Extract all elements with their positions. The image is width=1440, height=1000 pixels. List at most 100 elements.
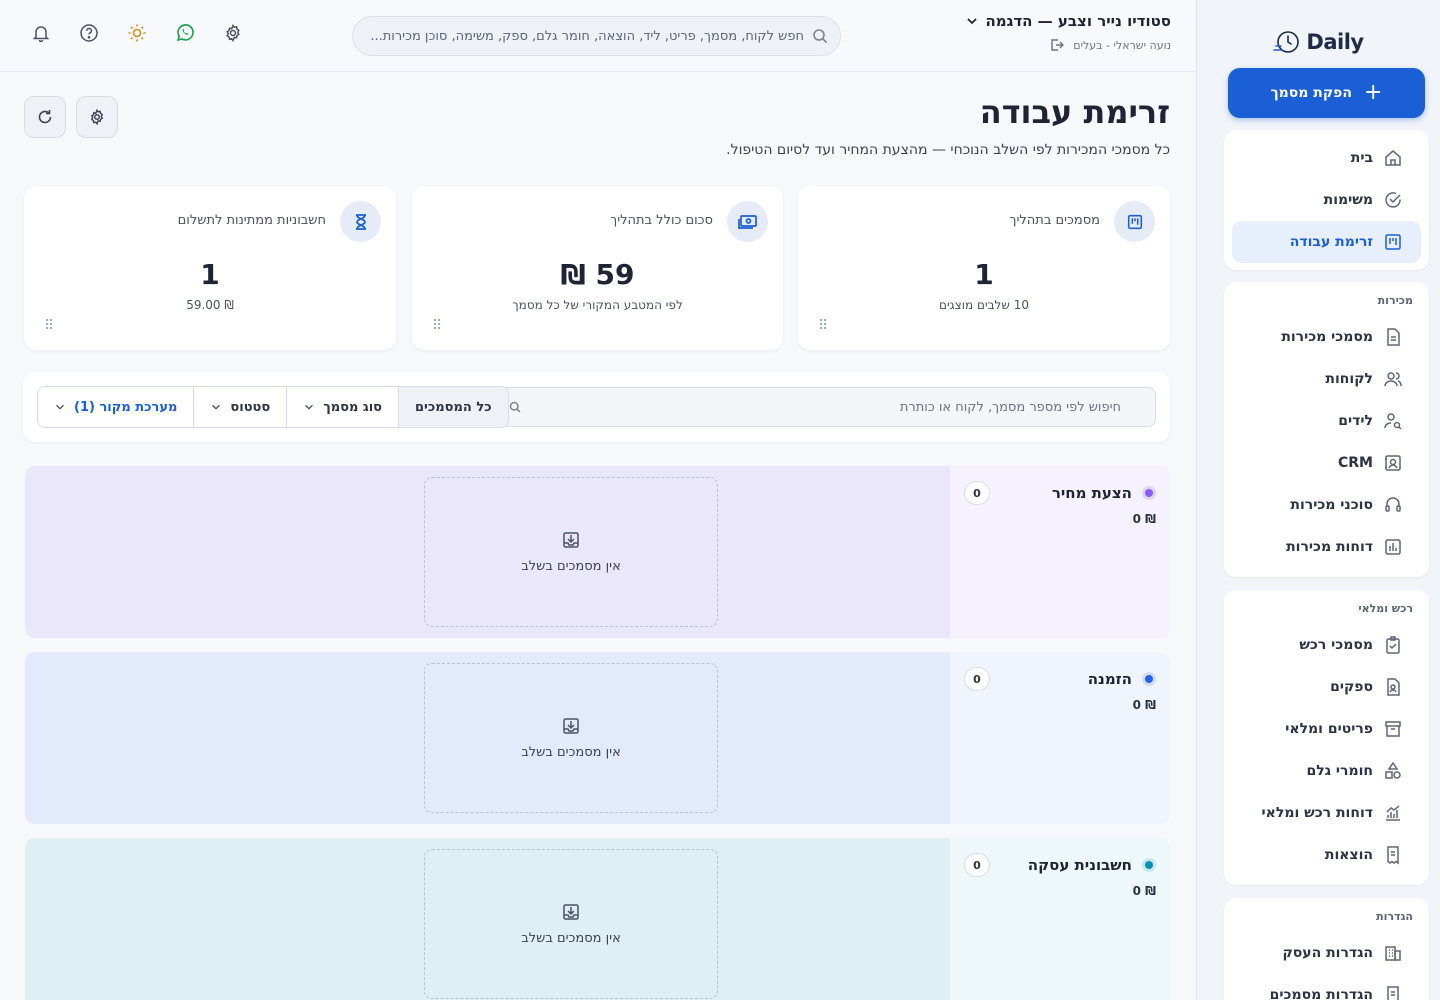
chevron-down-icon (303, 401, 315, 413)
business-switcher[interactable]: סטודיו נייר וצבע — הדגמה נועה ישראלי - ב… (965, 12, 1171, 53)
search-icon (812, 28, 828, 44)
nav-group-title: הגדרות (1376, 910, 1413, 923)
drag-handle-icon[interactable]: ⠿ (818, 318, 828, 334)
stage-dropzone[interactable]: אין מסמכים בשלב (25, 838, 950, 1000)
global-search-input[interactable]: חפש לקוח, מסמך, פריט, ליד, הוצאה, חומר ג… (352, 16, 841, 56)
sidebar-item-label: חומרי גלם (1306, 763, 1373, 779)
filter-segment: כל המסמכים סוג מסמך סטטוס מערכת מקור (1) (37, 386, 509, 428)
business-name: סטודיו נייר וצבע — הדגמה (985, 12, 1171, 30)
stage-color-dot (1142, 858, 1156, 872)
cash-icon (727, 201, 768, 242)
stat-value: 1 (200, 258, 220, 291)
sidebar-item-workflow[interactable]: זרימת עבודה (1232, 221, 1421, 263)
nav-group-sales: מכירות מסמכי מכירות לקוחות לידים CRM סוכ… (1224, 282, 1429, 577)
sidebar-item-sales-reports[interactable]: דוחות מכירות (1232, 526, 1421, 568)
empty-stage-placeholder: אין מסמכים בשלב (424, 663, 718, 813)
sidebar-item-label: ספקים (1330, 679, 1373, 695)
sidebar-item-label: זרימת עבודה (1289, 234, 1373, 250)
board-settings-button[interactable] (76, 96, 118, 138)
stage-name: הצעת מחיר (1051, 484, 1132, 502)
document-search-placeholder: חיפוש לפי מספר מסמך, לקוח או כותרת (899, 399, 1121, 415)
sidebar-item-raw-materials[interactable]: חומרי גלם (1232, 750, 1421, 792)
stage-amount: ₪ 0 (1132, 512, 1156, 526)
source-system-filter[interactable]: מערכת מקור (1) (38, 387, 193, 427)
refresh-button[interactable] (24, 96, 66, 138)
sidebar-item-purchase-reports[interactable]: דוחות רכש ומלאי (1232, 792, 1421, 834)
sidebar-item-doc-settings[interactable]: הגדרות מסמכים (1232, 974, 1421, 1000)
home-icon (1383, 148, 1403, 168)
sidebar-item-sales-docs[interactable]: מסמכי מכירות (1232, 316, 1421, 358)
stat-label: חשבוניות ממתינות לתשלום (177, 213, 326, 228)
sidebar-item-purchase-docs[interactable]: מסמכי רכש (1232, 624, 1421, 666)
nav-group-title: רכש ומלאי (1358, 602, 1413, 615)
sidebar-item-label: מסמכי מכירות (1281, 329, 1373, 345)
sidebar-item-label: הגדרות מסמכים (1269, 987, 1373, 1000)
stat-value: 59 ₪ (560, 258, 635, 291)
sidebar-item-suppliers[interactable]: ספקים (1232, 666, 1421, 708)
sidebar-item-inventory[interactable]: פריטים ומלאי (1232, 708, 1421, 750)
filter-label: מערכת מקור (1) (74, 399, 178, 415)
stage-count-badge: 0 (964, 667, 990, 691)
sidebar-item-sales-agents[interactable]: סוכני מכירות (1232, 484, 1421, 526)
headset-icon (1383, 495, 1403, 515)
status-filter[interactable]: סטטוס (193, 387, 286, 427)
nav-group-purchase: רכש ומלאי מסמכי רכש ספקים פריטים ומלאי ח… (1224, 590, 1429, 885)
nav-group-main: בית משימות זרימת עבודה (1224, 130, 1429, 270)
document-icon (1383, 327, 1403, 347)
archive-icon (1383, 719, 1403, 739)
filter-label: כל המסמכים (415, 399, 492, 415)
sidebar-item-label: הגדרות העסק (1282, 945, 1373, 961)
new-document-button[interactable]: + הפקת מסמך (1228, 68, 1425, 118)
logo-text: Daily (1306, 30, 1364, 54)
sidebar-item-business-settings[interactable]: הגדרות העסק (1232, 932, 1421, 974)
sidebar-item-label: מסמכי רכש (1299, 637, 1373, 653)
sidebar-item-tasks[interactable]: משימות (1232, 179, 1421, 221)
chevron-down-icon (210, 401, 222, 413)
stage-dropzone[interactable]: אין מסמכים בשלב (25, 652, 950, 824)
shapes-icon (1383, 761, 1403, 781)
stage-dropzone[interactable]: אין מסמכים בשלב (25, 466, 950, 638)
whatsapp-icon[interactable] (174, 22, 196, 44)
gear-icon[interactable] (222, 22, 244, 44)
help-icon[interactable] (78, 22, 100, 44)
stage-proforma-invoice: חשבונית עסקה 0 ₪ 0 אין מסמכים בשלב (25, 838, 1170, 1000)
bar-chart-icon (1383, 537, 1403, 557)
document-search-input[interactable]: חיפוש לפי מספר מסמך, לקוח או כותרת (496, 387, 1156, 427)
sidebar-item-expenses[interactable]: הוצאות (1232, 834, 1421, 876)
refresh-icon (36, 108, 54, 126)
kanban-icon (1383, 232, 1403, 252)
sidebar: Daily + הפקת מסמך בית משימות זרימת עבודה… (1196, 0, 1440, 1000)
sidebar-item-label: משימות (1323, 192, 1373, 208)
drag-handle-icon[interactable]: ⠿ (44, 318, 54, 334)
stat-value: 1 (974, 258, 994, 291)
sidebar-item-label: דוחות מכירות (1286, 539, 1373, 555)
stage-quote: הצעת מחיר 0 ₪ 0 אין מסמכים בשלב (25, 466, 1170, 638)
sidebar-item-label: בית (1350, 150, 1373, 166)
bell-icon[interactable] (30, 22, 52, 44)
logout-icon[interactable] (1049, 37, 1065, 53)
hourglass-icon (340, 201, 381, 242)
empty-stage-placeholder: אין מסמכים בשלב (424, 477, 718, 627)
drag-handle-icon[interactable]: ⠿ (432, 318, 442, 334)
sidebar-item-label: לקוחות (1325, 371, 1373, 387)
empty-stage-text: אין מסמכים בשלב (521, 744, 621, 760)
chevron-down-icon (54, 401, 66, 413)
all-documents-filter[interactable]: כל המסמכים (398, 387, 508, 427)
logo-clock-icon (1272, 28, 1302, 56)
empty-stage-placeholder: אין מסמכים בשלב (424, 849, 718, 999)
page-subtitle: כל מסמכי המכירות לפי השלב הנוכחי — מהצעת… (726, 142, 1170, 158)
sidebar-item-customers[interactable]: לקוחות (1232, 358, 1421, 400)
sun-icon[interactable] (126, 22, 148, 44)
sidebar-item-leads[interactable]: לידים (1232, 400, 1421, 442)
app-logo[interactable]: Daily (1196, 24, 1440, 60)
stat-subtext: לפי המטבע המקורי של כל מסמך (512, 298, 683, 312)
inbox-download-icon (562, 903, 580, 921)
sidebar-item-home[interactable]: בית (1232, 137, 1421, 179)
empty-stage-text: אין מסמכים בשלב (521, 558, 621, 574)
sidebar-item-crm[interactable]: CRM (1232, 442, 1421, 484)
stage-header: חשבונית עסקה 0 ₪ 0 (950, 838, 1170, 1000)
sidebar-item-label: פריטים ומלאי (1285, 721, 1373, 737)
line-chart-icon (1383, 803, 1403, 823)
inbox-download-icon (562, 717, 580, 735)
doc-type-filter[interactable]: סוג מסמך (286, 387, 398, 427)
